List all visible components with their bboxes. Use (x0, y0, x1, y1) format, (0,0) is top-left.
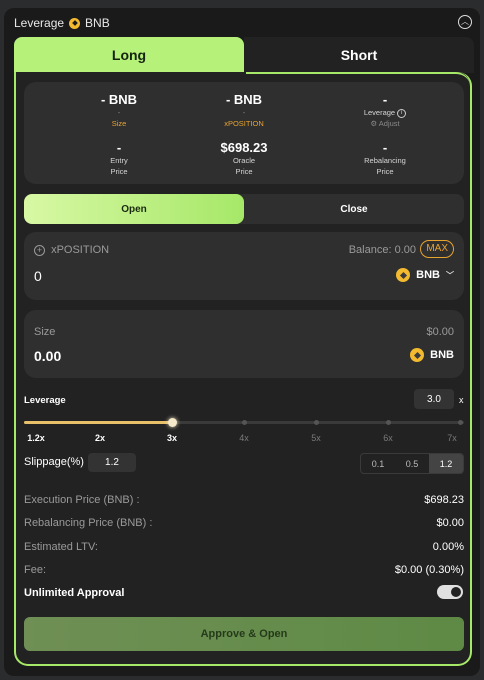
widget-asset: BNB (85, 16, 110, 30)
summary-oracle: $698.23 Oracle Price (169, 140, 319, 177)
close-tab[interactable]: Close (244, 194, 464, 224)
xposition-input-box: + xPOSITION Balance: 0.00 MAX 0 BNB ﹀ (24, 232, 464, 300)
leverage-tick-label[interactable]: 1.2x (16, 433, 56, 443)
detail-value: $0.00 (0.30%) (394, 564, 464, 576)
rebalancing-label-2: Price (376, 167, 394, 176)
widget-title: Leverage (14, 16, 65, 30)
leverage-tick-label[interactable]: 7x (432, 433, 472, 443)
token-selector[interactable]: BNB ﹀ (396, 268, 454, 282)
leverage-slider-dot (457, 420, 463, 425)
detail-estimated-ltv: Estimated LTV: 0.00% (24, 541, 464, 553)
oracle-label-2: Price (235, 167, 253, 176)
size-token-symbol: BNB (430, 349, 454, 361)
leverage-tick-label[interactable]: 3x (152, 433, 192, 443)
amount-input[interactable]: 0 (34, 268, 42, 284)
chevron-down-icon: ﹀ (446, 270, 454, 280)
summary-xposition: - BNB - xPOSITION (169, 92, 319, 129)
detail-value: 0.00% (432, 541, 464, 553)
widget-header: Leverage BNB (14, 16, 110, 30)
leverage-tick-label[interactable]: 4x (224, 433, 264, 443)
position-summary: - BNB - Size - BNB - xPOSITION - Leverag… (24, 82, 464, 184)
leverage-section-label: Leverage (24, 395, 66, 406)
bnb-coin-icon (69, 17, 81, 29)
rebalancing-label-1: Rebalancing (364, 156, 406, 165)
slippage-options: 0.1 0.5 1.2 (360, 453, 464, 474)
xposition-value: - BNB (225, 92, 263, 107)
summary-rebalancing: - Rebalancing Price (310, 140, 460, 177)
detail-label: Fee: (24, 564, 47, 576)
oracle-value: $698.23 (220, 140, 268, 155)
size-amount: 0.00 (34, 348, 62, 364)
leverage-label: Leverage (363, 108, 396, 117)
leverage-label-row: Leverage i (310, 107, 460, 118)
xposition-input-label: xPOSITION (51, 244, 110, 256)
collapse-chevron-icon[interactable]: ︿ (458, 15, 472, 29)
slippage-label: Slippage(%) (24, 456, 84, 468)
leverage-tick-label[interactable]: 5x (296, 433, 336, 443)
leverage-unit: x (459, 395, 464, 405)
slippage-option[interactable]: 0.1 (361, 454, 395, 473)
adjust-label: Adjust (378, 119, 400, 128)
xposition-input-label-row: + xPOSITION (34, 244, 109, 256)
leverage-slider-dot (385, 420, 391, 425)
max-button[interactable]: MAX (420, 240, 454, 258)
detail-fee: Fee: $0.00 (0.30%) (24, 564, 464, 576)
detail-value: $698.23 (424, 494, 464, 506)
add-circle-icon: + (34, 244, 45, 256)
size-box: Size $0.00 0.00 BNB (24, 310, 464, 378)
rebalancing-value: - (382, 140, 388, 155)
detail-execution-price: Execution Price (BNB) : $698.23 (24, 494, 464, 506)
leverage-tick-label[interactable]: 2x (80, 433, 120, 443)
leverage-slider-dot (313, 420, 319, 425)
unlimited-approval-label: Unlimited Approval (24, 587, 125, 599)
detail-label: Rebalancing Price (BNB) : (24, 517, 153, 529)
token-symbol: BNB (416, 269, 440, 281)
tab-short[interactable]: Short (244, 37, 474, 73)
detail-label: Execution Price (BNB) : (24, 494, 140, 506)
xposition-sub: - (242, 108, 246, 117)
slippage-option[interactable]: 0.5 (395, 454, 429, 473)
size-usd-value: $0.00 (426, 326, 454, 338)
xposition-label: xPOSITION (224, 119, 264, 128)
bnb-coin-icon (396, 268, 411, 282)
leverage-tick-label[interactable]: 6x (368, 433, 408, 443)
slippage-input[interactable]: 1.2 (88, 453, 136, 472)
slippage-option-selected[interactable]: 1.2 (429, 454, 463, 473)
detail-value: $0.00 (436, 517, 464, 529)
summary-leverage: - Leverage i ⚙ Adjust (310, 92, 460, 129)
detail-rebalancing-price: Rebalancing Price (BNB) : $0.00 (24, 517, 464, 529)
tab-long[interactable]: Long (14, 37, 244, 73)
leverage-slider-handle[interactable] (167, 418, 177, 427)
gear-icon: ⚙ (370, 119, 378, 128)
bnb-coin-icon (410, 348, 425, 362)
balance-text: Balance: 0.00 (348, 244, 416, 256)
leverage-slider-dot (241, 420, 247, 425)
size-token: BNB (410, 348, 454, 362)
unlimited-approval-toggle[interactable] (437, 585, 463, 599)
detail-label: Estimated LTV: (24, 541, 98, 553)
leverage-value: - (382, 92, 388, 107)
mode-toggle: Open Close (24, 194, 464, 224)
size-box-label: Size (34, 326, 56, 338)
oracle-label-1: Oracle (232, 156, 256, 165)
leverage-slider-fill (24, 421, 172, 424)
approve-open-button[interactable]: Approve & Open (24, 617, 464, 651)
leverage-input[interactable]: 3.0 (414, 389, 454, 409)
info-icon[interactable]: i (397, 108, 407, 118)
open-tab[interactable]: Open (24, 194, 244, 224)
adjust-link[interactable]: ⚙ Adjust (310, 118, 460, 129)
